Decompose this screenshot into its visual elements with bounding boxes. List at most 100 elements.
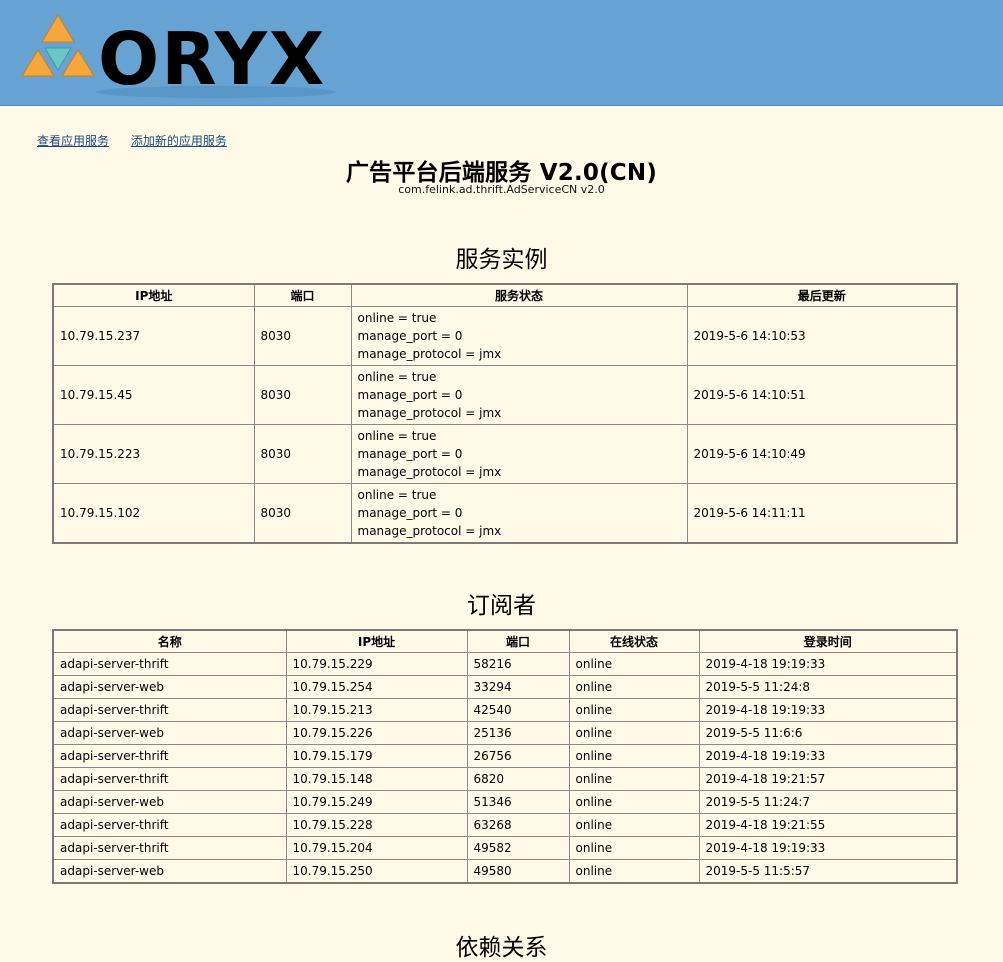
cell-status: online = true manage_port = 0 manage_proto… [350,483,688,544]
oryx-logo: ORYX [21,14,336,98]
cell-name: adapi-server-web [52,859,287,884]
status-line: online = true [357,370,437,384]
view-services-link[interactable]: 查看应用服务 [37,134,109,148]
cell-port: 8030 [253,483,352,544]
add-service-link[interactable]: 添加新的应用服务 [131,134,227,148]
cell-port: 63268 [466,813,570,837]
cell-name: adapi-server-thrift [52,813,287,837]
table-row: adapi-server-thrift 10.79.15.148 6820 onlin… [52,767,958,791]
table-row: adapi-server-thrift 10.79.15.229 58216 onli… [52,652,958,676]
cell-updated: 2019-5-6 14:10:51 [686,365,958,425]
cell-login-time: 2019-4-18 19:21:55 [698,813,958,837]
table-row: 10.79.15.223 8030 online = true manage_port… [52,424,958,484]
cell-login-time: 2019-4-18 19:19:33 [698,744,958,768]
table-row: adapi-server-web 10.79.15.226 25136 online 2… [52,721,958,745]
instances-heading: 服务实例 [455,247,548,273]
table-row: adapi-server-thrift 10.79.15.204 49582 onli… [52,836,958,860]
cell-updated: 2019-5-6 14:10:53 [686,306,958,366]
cell-login-time: 2019-5-5 11:5:57 [698,859,958,884]
cell-port: 6820 [466,767,570,791]
logo-text: ORYX [98,17,326,98]
cell-online-status: online [568,790,700,814]
table-row: adapi-server-thrift 10.79.15.179 26756 onli… [52,744,958,768]
cell-port: 49582 [466,836,570,860]
status-line: online = true [357,488,437,502]
cell-login-time: 2019-4-18 19:19:33 [698,698,958,722]
cell-login-time: 2019-5-5 11:24:8 [698,675,958,699]
service-id: com.felink.ad.thrift.AdServiceCN v2.0 [398,183,605,196]
cell-port: 42540 [466,698,570,722]
table-row: adapi-server-web 10.79.15.249 51346 online 2… [52,790,958,814]
cell-ip: 10.79.15.204 [285,836,468,860]
cell-login-time: 2019-4-18 19:19:33 [698,652,958,676]
cell-name: adapi-server-web [52,790,287,814]
status-line: manage_port = 0 [357,329,463,343]
subscribers-heading: 订阅者 [467,593,536,619]
cell-name: adapi-server-thrift [52,767,287,791]
cell-status: online = true manage_port = 0 manage_proto… [350,365,688,425]
table-row: adapi-server-thrift 10.79.15.213 42540 onli… [52,698,958,722]
status-line: manage_protocol = jmx [357,465,502,479]
cell-online-status: online [568,767,700,791]
instances-table: IP地址 端口 服务状态 最后更新 10.79.15.237 8030 online… [52,283,958,544]
col-online-status: 在线状态 [568,629,700,653]
nav-links: 查看应用服务 添加新的应用服务 [37,132,245,149]
cell-port: 33294 [466,675,570,699]
col-status: 服务状态 [350,283,688,307]
cell-online-status: online [568,813,700,837]
col-login-time: 登录时间 [698,629,958,653]
cell-login-time: 2019-4-18 19:21:57 [698,767,958,791]
cell-name: adapi-server-web [52,721,287,745]
status-line: manage_port = 0 [357,447,463,461]
cell-ip: 10.79.15.45 [52,365,255,425]
page-header: ORYX [0,0,1003,106]
cell-port: 8030 [253,306,352,366]
status-line: manage_protocol = jmx [357,524,502,538]
cell-online-status: online [568,675,700,699]
cell-ip: 10.79.15.228 [285,813,468,837]
cell-name: adapi-server-thrift [52,744,287,768]
cell-name: adapi-server-thrift [52,836,287,860]
cell-port: 8030 [253,424,352,484]
table-header-row: IP地址 端口 服务状态 最后更新 [52,283,958,307]
cell-port: 26756 [466,744,570,768]
cell-name: adapi-server-web [52,675,287,699]
cell-port: 8030 [253,365,352,425]
cell-ip: 10.79.15.148 [285,767,468,791]
table-header-row: 名称 IP地址 端口 在线状态 登录时间 [52,629,958,653]
cell-port: 51346 [466,790,570,814]
col-updated: 最后更新 [686,283,958,307]
cell-login-time: 2019-5-5 11:6:6 [698,721,958,745]
col-name: 名称 [52,629,287,653]
cell-login-time: 2019-5-5 11:24:7 [698,790,958,814]
cell-online-status: online [568,744,700,768]
table-row: adapi-server-web 10.79.15.250 49580 online 2… [52,859,958,884]
status-line: online = true [357,429,437,443]
cell-updated: 2019-5-6 14:11:11 [686,483,958,544]
cell-online-status: online [568,859,700,884]
cell-ip: 10.79.15.226 [285,721,468,745]
cell-ip: 10.79.15.254 [285,675,468,699]
cell-login-time: 2019-4-18 19:19:33 [698,836,958,860]
dependencies-heading: 依赖关系 [455,935,548,961]
cell-ip: 10.79.15.223 [52,424,255,484]
status-line: manage_protocol = jmx [357,406,502,420]
status-line: manage_port = 0 [357,388,463,402]
col-port: 端口 [466,629,570,653]
cell-name: adapi-server-thrift [52,698,287,722]
cell-port: 25136 [466,721,570,745]
col-ip: IP地址 [285,629,468,653]
cell-online-status: online [568,721,700,745]
table-row: adapi-server-thrift 10.79.15.228 63268 onli… [52,813,958,837]
cell-port: 49580 [466,859,570,884]
cell-online-status: online [568,652,700,676]
cell-ip: 10.79.15.237 [52,306,255,366]
cell-ip: 10.79.15.213 [285,698,468,722]
status-line: manage_port = 0 [357,506,463,520]
cell-updated: 2019-5-6 14:10:49 [686,424,958,484]
col-ip: IP地址 [52,283,255,307]
cell-ip: 10.79.15.249 [285,790,468,814]
table-row: adapi-server-web 10.79.15.254 33294 online 2… [52,675,958,699]
page-title: 广告平台后端服务 V2.0(CN) [345,160,658,186]
cell-ip: 10.79.15.179 [285,744,468,768]
